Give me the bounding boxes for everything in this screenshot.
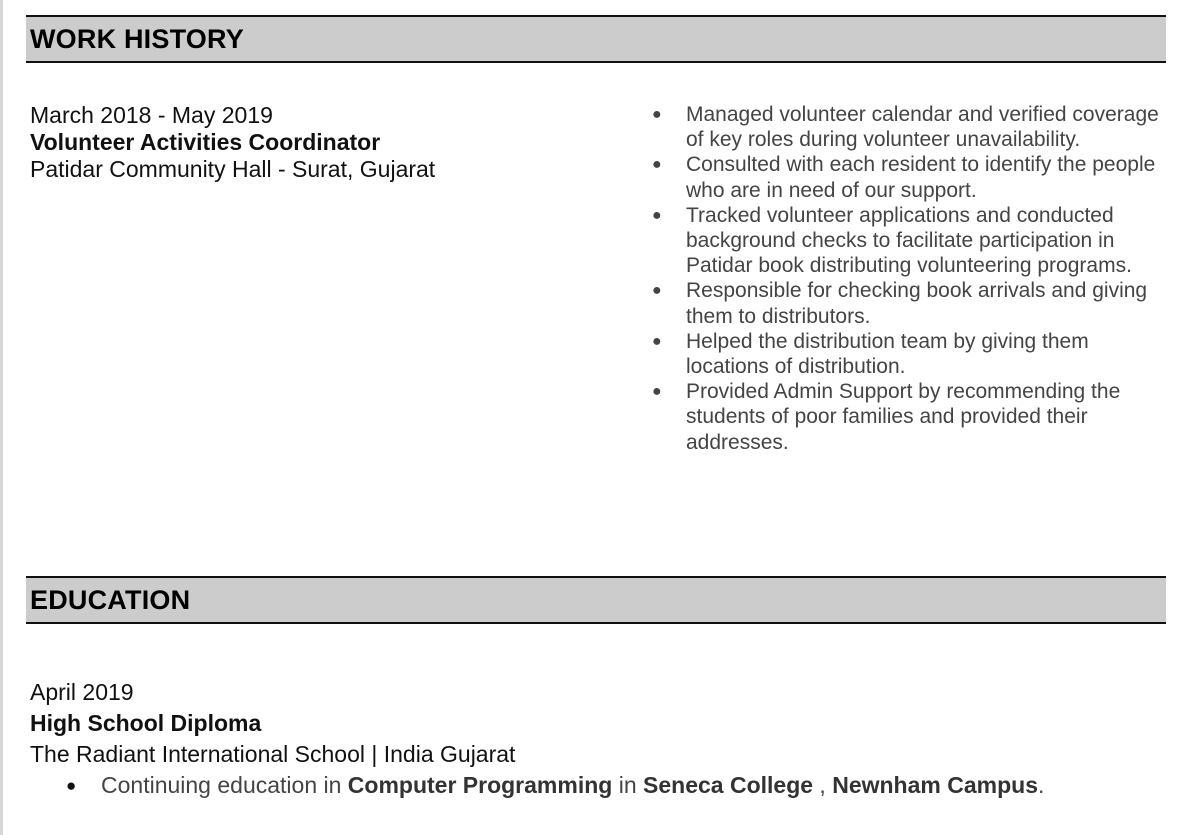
note-prefix: Continuing education in bbox=[101, 772, 348, 798]
education-degree: High School Diploma bbox=[30, 710, 262, 736]
page-edge bbox=[0, 0, 3, 835]
bullet-icon: ● bbox=[652, 332, 662, 350]
note-separator: , bbox=[813, 772, 833, 798]
education-heading: EDUCATION bbox=[30, 584, 191, 615]
job-employer: Patidar Community Hall - Surat, Gujarat bbox=[30, 156, 436, 182]
job-dates: March 2018 - May 2019 bbox=[30, 102, 273, 128]
list-item: ● Managed volunteer calendar and verified… bbox=[652, 103, 1159, 152]
note-college: Seneca College bbox=[643, 772, 814, 798]
job-summary: March 2018 - May 2019 Volunteer Activiti… bbox=[30, 102, 435, 183]
bullet-icon: ● bbox=[652, 282, 662, 300]
list-item: ● Continuing education in Computer Progra… bbox=[66, 770, 1044, 801]
list-item: ● Tracked volunteer applications and cond… bbox=[652, 203, 1132, 278]
note-connector: in bbox=[612, 772, 644, 798]
list-item: ● Provided Admin Support by recommending … bbox=[652, 380, 1121, 454]
list-item: ● Responsible for checking book arrivals … bbox=[652, 279, 1148, 328]
work-history-header: WORK HISTORY bbox=[26, 15, 1166, 63]
job-duties-list: ● Managed volunteer calendar and verified… bbox=[652, 102, 1162, 455]
education-notes-list: ● Continuing education in Computer Progra… bbox=[66, 770, 1044, 801]
work-history-heading: WORK HISTORY bbox=[30, 23, 244, 54]
education-summary: April 2019 High School Diploma The Radia… bbox=[30, 677, 515, 770]
bullet-icon: ● bbox=[652, 206, 662, 224]
bullet-icon: ● bbox=[652, 383, 662, 401]
note-campus: Newnham Campus bbox=[832, 772, 1038, 798]
list-item: ● Consulted with each resident to identif… bbox=[652, 153, 1156, 202]
bullet-icon: ● bbox=[652, 156, 662, 174]
education-school: The Radiant International School | India… bbox=[30, 741, 516, 767]
job-title: Volunteer Activities Coordinator bbox=[30, 129, 381, 155]
education-header: EDUCATION bbox=[26, 576, 1166, 624]
list-item: ● Helped the distribution team by giving … bbox=[652, 329, 1089, 379]
bullet-icon: ● bbox=[652, 106, 662, 123]
education-date: April 2019 bbox=[30, 679, 134, 705]
note-program: Computer Programming bbox=[347, 772, 613, 798]
note-suffix: . bbox=[1037, 772, 1045, 798]
bullet-icon: ● bbox=[66, 776, 77, 795]
